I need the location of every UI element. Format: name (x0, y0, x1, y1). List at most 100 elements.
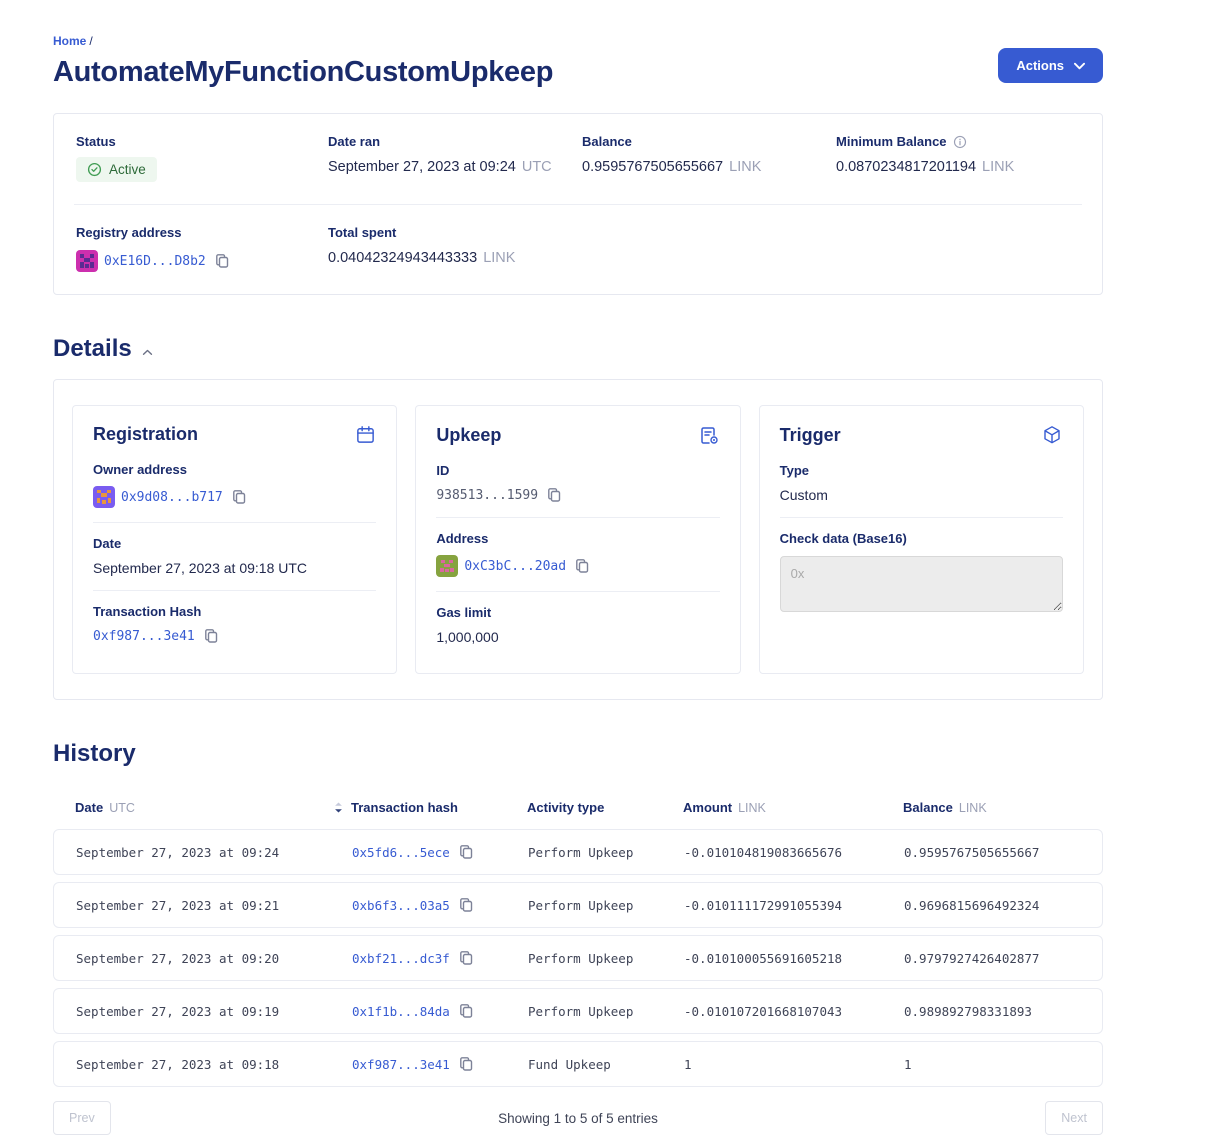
copy-icon[interactable] (231, 489, 247, 505)
chevron-down-icon (1074, 62, 1085, 70)
table-row: September 27, 2023 at 09:18 0xf987...3e4… (53, 1041, 1103, 1087)
row-hash: 0x5fd6...5ece (352, 844, 528, 860)
row-activity: Perform Upkeep (528, 1004, 684, 1019)
breadcrumb: Home/ (53, 34, 553, 48)
check-circle-icon (87, 162, 102, 177)
total-spent-field: Total spent 0.04042324943443333 LINK (328, 225, 582, 272)
trigger-type-label: Type (780, 463, 1063, 478)
copy-icon[interactable] (458, 844, 474, 860)
copy-icon[interactable] (203, 628, 219, 644)
trigger-type-field: Type Custom (780, 450, 1063, 518)
column-header-amount: Amount LINK (683, 800, 903, 815)
row-balance: 0.989892798331893 (904, 1004, 1080, 1019)
row-amount: -0.010111172991055394 (684, 898, 904, 913)
collapse-caret-icon[interactable] (142, 349, 153, 356)
row-activity: Perform Upkeep (528, 951, 684, 966)
row-hash: 0xb6f3...03a5 (352, 897, 528, 913)
page-title: AutomateMyFunctionCustomUpkeep (53, 56, 553, 89)
balance-value: 0.9595767505655667 (582, 159, 723, 175)
registration-title: Registration (93, 424, 198, 445)
copy-icon[interactable] (458, 1003, 474, 1019)
balance-suffix: LINK (729, 159, 761, 175)
status-field: Status Active (76, 134, 328, 182)
sort-icon[interactable] (334, 801, 343, 814)
tx-hash-link[interactable]: 0x5fd6...5ece (352, 845, 450, 860)
copy-icon[interactable] (546, 487, 562, 503)
registration-date-label: Date (93, 536, 376, 551)
check-data-input[interactable] (780, 556, 1063, 612)
registration-date-field: Date September 27, 2023 at 09:18 UTC (93, 523, 376, 591)
column-header-activity: Activity type (527, 800, 683, 815)
column-header-date: Date UTC (75, 800, 351, 815)
history-table-header: Date UTC Transaction hash Activity type … (53, 790, 1103, 829)
pagination: Prev Showing 1 to 5 of 5 entries Next (53, 1101, 1103, 1135)
row-amount: -0.010104819083665676 (684, 845, 904, 860)
registration-card: Registration Owner address 0x9d08...b717 (72, 405, 397, 674)
registry-address-field: Registry address 0xE16D...D8b2 (76, 225, 328, 272)
row-balance: 1 (904, 1057, 1080, 1072)
tx-hash-link[interactable]: 0xb6f3...03a5 (352, 898, 450, 913)
page-header: Home/ AutomateMyFunctionCustomUpkeep Act… (53, 34, 1103, 89)
table-row: September 27, 2023 at 09:19 0x1f1b...84d… (53, 988, 1103, 1034)
row-date: September 27, 2023 at 09:18 (76, 1057, 352, 1072)
tx-hash-link[interactable]: 0xbf21...dc3f (352, 951, 450, 966)
status-badge: Active (76, 157, 157, 182)
row-balance: 0.9797927426402877 (904, 951, 1080, 966)
actions-button[interactable]: Actions (998, 48, 1103, 83)
check-data-field: Check data (Base16) (780, 518, 1063, 631)
copy-icon[interactable] (214, 253, 230, 269)
registry-address-link[interactable]: 0xE16D...D8b2 (104, 254, 206, 269)
row-hash: 0xf987...3e41 (352, 1056, 528, 1072)
owner-address-field: Owner address 0x9d08...b717 (93, 449, 376, 523)
trigger-type-value: Custom (780, 487, 828, 503)
registry-blockie-avatar (76, 250, 98, 272)
min-balance-field: Minimum Balance 0.0870234817201194 LINK (836, 134, 1080, 182)
upkeep-blockie-avatar (436, 555, 458, 577)
tx-hash-link[interactable]: 0x1f1b...84da (352, 1004, 450, 1019)
table-row: September 27, 2023 at 09:21 0xb6f3...03a… (53, 882, 1103, 928)
row-hash: 0xbf21...dc3f (352, 950, 528, 966)
document-gear-icon (698, 424, 720, 446)
prev-button[interactable]: Prev (53, 1101, 111, 1135)
check-data-label: Check data (Base16) (780, 531, 1063, 546)
min-balance-suffix: LINK (982, 159, 1014, 175)
upkeep-address-link[interactable]: 0xC3bC...20ad (464, 559, 566, 574)
owner-address-link[interactable]: 0x9d08...b717 (121, 490, 223, 505)
history-table: Date UTC Transaction hash Activity type … (53, 790, 1103, 1087)
breadcrumb-home-link[interactable]: Home (53, 34, 86, 48)
row-amount: -0.010100055691605218 (684, 951, 904, 966)
column-header-balance: Balance LINK (903, 800, 1081, 815)
transaction-hash-field: Transaction Hash 0xf987...3e41 (93, 591, 376, 658)
row-activity: Perform Upkeep (528, 845, 684, 860)
next-button[interactable]: Next (1045, 1101, 1103, 1135)
copy-icon[interactable] (458, 950, 474, 966)
date-ran-value: September 27, 2023 at 09:24 (328, 159, 516, 175)
date-ran-suffix: UTC (522, 159, 552, 175)
balance-label: Balance (582, 134, 836, 149)
cube-icon (1041, 424, 1063, 446)
tx-hash-link[interactable]: 0xf987...3e41 (352, 1057, 450, 1072)
upkeep-card: Upkeep ID 938513...1599 Address (415, 405, 740, 674)
upkeep-title: Upkeep (436, 425, 501, 446)
trigger-card: Trigger Type Custom Check data (Base16) (759, 405, 1084, 674)
row-balance: 0.9696815696492324 (904, 898, 1080, 913)
history-heading: History (53, 740, 1103, 768)
status-badge-text: Active (109, 162, 146, 177)
registration-date-value: September 27, 2023 at 09:18 UTC (93, 560, 307, 576)
info-icon[interactable] (953, 135, 967, 149)
details-container: Registration Owner address 0x9d08...b717 (53, 379, 1103, 700)
registry-address-label: Registry address (76, 225, 328, 240)
copy-icon[interactable] (574, 558, 590, 574)
upkeep-id-field: ID 938513...1599 (436, 450, 719, 518)
breadcrumb-separator: / (89, 34, 92, 48)
date-ran-label: Date ran (328, 134, 582, 149)
row-date: September 27, 2023 at 09:21 (76, 898, 352, 913)
min-balance-value: 0.0870234817201194 (836, 159, 976, 175)
copy-icon[interactable] (458, 1056, 474, 1072)
gas-limit-label: Gas limit (436, 605, 719, 620)
row-date: September 27, 2023 at 09:20 (76, 951, 352, 966)
table-row: September 27, 2023 at 09:24 0x5fd6...5ec… (53, 829, 1103, 875)
copy-icon[interactable] (458, 897, 474, 913)
column-header-hash: Transaction hash (351, 800, 527, 815)
transaction-hash-link[interactable]: 0xf987...3e41 (93, 629, 195, 644)
